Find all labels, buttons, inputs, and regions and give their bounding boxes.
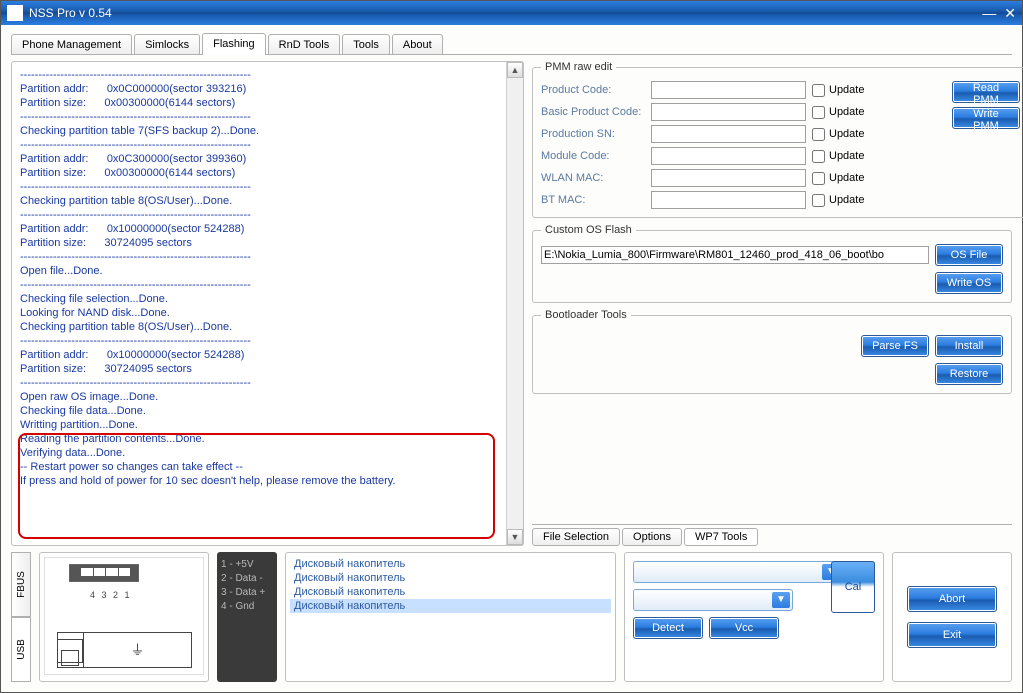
write-os-button[interactable]: Write OS (935, 272, 1003, 294)
drive-list-item[interactable]: Дисковый накопитель (290, 571, 611, 585)
main-tab-simlocks[interactable]: Simlocks (134, 34, 200, 54)
pmm-update-checkbox[interactable]: Update (806, 106, 866, 119)
pmm-update-checkbox[interactable]: Update (806, 150, 866, 163)
usb-socket-icon (69, 564, 139, 582)
main-tab-bar: Phone ManagementSimlocksFlashingRnD Tool… (11, 33, 1012, 55)
sub-tab-file-selection[interactable]: File Selection (532, 528, 620, 546)
right-column: PMM raw edit Product Code: Update Basic Pr… (532, 61, 1012, 546)
pmm-input[interactable] (651, 191, 806, 209)
pmm-label: Product Code: (541, 84, 651, 96)
pin-hint: 1 - +5V (221, 558, 273, 572)
sub-tab-wp7-tools[interactable]: WP7 Tools (684, 528, 758, 546)
custom-os-legend: Custom OS Flash (541, 224, 636, 236)
pinout-hints: 1 - +5V2 - Data -3 - Data +4 - Gnd (217, 552, 277, 682)
pmm-update-checkbox[interactable]: Update (806, 128, 866, 141)
pmm-label: BT MAC: (541, 194, 651, 206)
main-tab-about[interactable]: About (392, 34, 443, 54)
usb-icon: ⏚ (131, 640, 145, 660)
usb-connector-panel: 4 3 2 1 ⏚ (39, 552, 209, 682)
main-tab-flashing[interactable]: Flashing (202, 33, 266, 55)
pmm-legend: PMM raw edit (541, 61, 616, 73)
minimize-button[interactable]: — (982, 5, 996, 21)
flash-log[interactable]: ----------------------------------------… (12, 62, 506, 545)
main-tab-phone-management[interactable]: Phone Management (11, 34, 132, 54)
pmm-update-checkbox[interactable]: Update (806, 194, 866, 207)
pmm-update-checkbox[interactable]: Update (806, 172, 866, 185)
conn-tab-usb[interactable]: USB (11, 617, 31, 682)
close-button[interactable]: ✕ (1004, 5, 1016, 22)
drive-list-item[interactable]: Дисковый накопитель (290, 585, 611, 599)
scroll-down-icon[interactable]: ▼ (507, 529, 523, 545)
app-window: NSS Pro v 0.54 — ✕ Phone ManagementSimlo… (0, 0, 1023, 693)
pmm-label: Production SN: (541, 128, 651, 140)
pmm-label: Basic Product Code: (541, 106, 651, 118)
pmm-update-checkbox[interactable]: Update (806, 84, 866, 97)
window-title: NSS Pro v 0.54 (29, 6, 112, 20)
sub-tab-bar: File SelectionOptionsWP7 Tools (532, 524, 1012, 546)
usb-plug-icon: ⏚ (57, 632, 192, 668)
parse-fs-button[interactable]: Parse FS (861, 335, 929, 357)
main-tab-rnd-tools[interactable]: RnD Tools (268, 34, 341, 54)
connection-tab-bar: FBUSUSB (11, 552, 31, 682)
bootloader-legend: Bootloader Tools (541, 309, 631, 321)
pmm-grid: Product Code: Update Basic Product Code: Up… (541, 81, 944, 209)
pmm-input[interactable] (651, 81, 806, 99)
title-bar: NSS Pro v 0.54 — ✕ (1, 1, 1022, 25)
client-area: Phone ManagementSimlocksFlashingRnD Tool… (1, 25, 1022, 692)
scroll-track[interactable] (507, 78, 523, 529)
pmm-input[interactable] (651, 147, 806, 165)
pin-hint: 2 - Data - (221, 572, 273, 586)
chevron-down-icon: ▼ (772, 592, 790, 608)
drive-list-item[interactable]: Дисковый накопитель (290, 599, 611, 613)
pmm-input[interactable] (651, 103, 806, 121)
pin-hint: 4 - Gnd (221, 600, 273, 614)
control-panel: ▼ > Cal ▼ Detect Vcc (624, 552, 884, 682)
detect-button[interactable]: Detect (633, 617, 703, 639)
bottom-row: FBUSUSB 4 3 2 1 ⏚ 1 - +5V2 - Data -3 - D… (11, 552, 1012, 682)
main-tab-tools[interactable]: Tools (342, 34, 390, 54)
scroll-up-icon[interactable]: ▲ (507, 62, 523, 78)
cal-button[interactable]: Cal (831, 561, 875, 613)
port-dropdown-2[interactable]: ▼ (633, 589, 793, 611)
sub-tab-options[interactable]: Options (622, 528, 682, 546)
restore-button[interactable]: Restore (935, 363, 1003, 385)
pin-hint: 3 - Data + (221, 586, 273, 600)
drive-list-item[interactable]: Дисковый накопитель (290, 557, 611, 571)
pmm-input[interactable] (651, 169, 806, 187)
log-scrollbar[interactable]: ▲ ▼ (506, 62, 523, 545)
pmm-label: Module Code: (541, 150, 651, 162)
pin-label: 4 3 2 1 (90, 590, 132, 600)
usb-diagram: 4 3 2 1 ⏚ (44, 557, 204, 675)
pmm-input[interactable] (651, 125, 806, 143)
install-button[interactable]: Install (935, 335, 1003, 357)
os-file-button[interactable]: OS File (935, 244, 1003, 266)
exit-button[interactable]: Exit (907, 622, 997, 648)
write-pmm-button[interactable]: Write PMM (952, 107, 1020, 129)
port-dropdown-1[interactable]: ▼ (633, 561, 843, 583)
bootloader-tools-group: Bootloader Tools Parse FS Install Restor… (532, 309, 1012, 394)
custom-os-flash-group: Custom OS Flash OS File Write OS (532, 224, 1012, 303)
conn-tab-fbus[interactable]: FBUS (11, 552, 31, 617)
vcc-button[interactable]: Vcc (709, 617, 779, 639)
drive-list[interactable]: Дисковый накопительДисковый накопительДи… (285, 552, 616, 682)
abort-button[interactable]: Abort (907, 586, 997, 612)
read-pmm-button[interactable]: Read PMM (952, 81, 1020, 103)
app-icon (7, 5, 23, 21)
exit-panel: Abort Exit (892, 552, 1012, 682)
flash-log-panel: ----------------------------------------… (11, 61, 524, 546)
pmm-label: WLAN MAC: (541, 172, 651, 184)
os-file-path-input[interactable] (541, 246, 929, 264)
pmm-raw-edit-group: PMM raw edit Product Code: Update Basic Pr… (532, 61, 1023, 218)
